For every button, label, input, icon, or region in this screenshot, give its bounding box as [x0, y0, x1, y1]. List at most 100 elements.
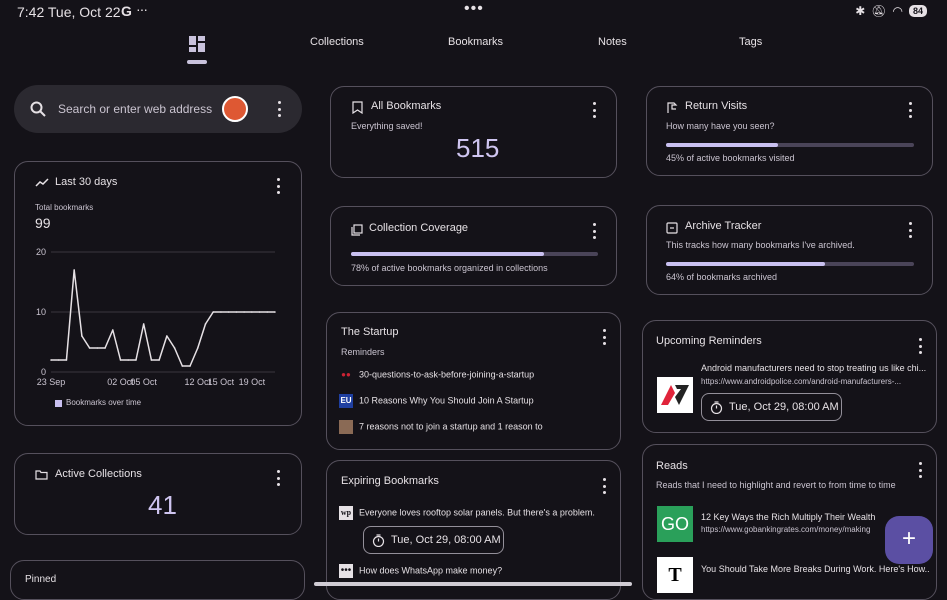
data-point [212, 311, 215, 313]
bookmarks-line-chart: 0102023 Sep 02 Oct05 Oct 12 Oct15 Oct 19 Oc… [36, 247, 276, 387]
card-menu-icon[interactable] [601, 478, 607, 494]
data-point [243, 311, 245, 313]
tab-dashboard[interactable] [188, 35, 206, 53]
trending-icon [35, 178, 49, 187]
visits-icon [667, 102, 678, 113]
data-point [227, 311, 230, 313]
duckduckgo-avatar[interactable] [222, 96, 248, 122]
tab-collections[interactable]: Collections [310, 36, 364, 48]
archive-progress-bar [666, 262, 914, 266]
nytimes-logo: T [657, 557, 693, 593]
search-menu-icon[interactable] [276, 101, 282, 117]
archive-caption: 64% of bookmarks archived [666, 272, 778, 282]
search-bar[interactable]: Search or enter web address [14, 85, 302, 133]
series-line [51, 269, 275, 367]
list-item[interactable]: 7 reasons not to join a startup and 1 re… [339, 420, 609, 434]
google-icon: G [121, 3, 132, 19]
visits-progress-bar [666, 143, 914, 147]
data-point [119, 359, 122, 361]
archive-tracker-card[interactable]: Archive Tracker This tracks how many boo… [646, 205, 933, 295]
data-point [181, 365, 184, 367]
card-menu-icon[interactable] [591, 223, 597, 239]
return-visits-card[interactable]: Return Visits How many have you seen? 45… [646, 86, 933, 176]
read-title[interactable]: 12 Key Ways the Rich Multiply Their Weal… [701, 512, 891, 522]
data-point [274, 311, 276, 313]
all-bookmarks-card[interactable]: All Bookmarks Everything saved! 515 [330, 86, 617, 178]
active-collections-card[interactable]: Active Collections 41 [14, 453, 302, 535]
folder-icon [35, 470, 48, 480]
collections-icon [351, 224, 363, 236]
battery-icon: 84 [908, 5, 927, 17]
data-point [220, 311, 222, 313]
tab-tags[interactable]: Tags [739, 36, 762, 48]
x-tick-label: 15 Oct [208, 377, 235, 387]
status-bar: 7:42 Tue, Oct 22 G ··· ••• ✱ 🔕︎ ◠ 84 [0, 0, 947, 24]
wifi-icon: ◠ [892, 4, 903, 18]
search-input[interactable]: Search or enter web address [58, 102, 212, 116]
pinned-card[interactable]: Pinned [10, 560, 305, 600]
card-menu-icon[interactable] [917, 462, 923, 478]
data-point [258, 311, 261, 313]
add-bookmark-button[interactable]: + [885, 516, 933, 564]
dashboard-icon [189, 36, 205, 52]
last-30-days-card[interactable]: Last 30 days Total bookmarks 99 0 10 20 23 … [14, 161, 302, 426]
upcoming-reminders-card[interactable]: Upcoming Reminders Android manufacturers… [642, 320, 937, 433]
list-item[interactable]: EU 10 Reasons Why You Should Join A Start… [339, 394, 609, 408]
data-point [127, 359, 130, 361]
read-url: https://www.gobankingrates.com/money/mak… [701, 525, 871, 534]
medium-icon: ●● [341, 370, 351, 379]
list-item[interactable]: ••• How does WhatsApp make money? [339, 564, 614, 578]
list-item[interactable]: wp Everyone loves rooftop solar panels. B… [339, 506, 614, 520]
coverage-caption: 78% of active bookmarks organized in col… [351, 263, 548, 273]
tab-notes[interactable]: Notes [598, 36, 627, 48]
card-title: Archive Tracker [685, 220, 762, 232]
card-title: Reads [656, 460, 688, 472]
card-title: Pinned [25, 574, 57, 585]
data-point [88, 347, 91, 349]
data-point [173, 347, 176, 349]
read-title[interactable]: You Should Take More Breaks During Work.… [701, 564, 929, 574]
timer-icon [710, 400, 723, 414]
expiring-bookmarks-card[interactable]: Expiring Bookmarks wp Everyone loves roof… [326, 460, 621, 600]
list-item[interactable]: ●● 30-questions-to-ask-before-joining-a-s… [339, 368, 609, 382]
card-menu-icon[interactable] [907, 222, 913, 238]
all-bookmarks-value: 515 [456, 133, 500, 163]
multitask-dots-icon[interactable]: ••• [464, 0, 484, 18]
status-icons: ✱ 🔕︎ ◠ 84 [855, 4, 927, 18]
search-icon [30, 101, 46, 117]
collection-coverage-card[interactable]: Collection Coverage 78% of active bookma… [330, 206, 617, 286]
tab-indicator [187, 60, 207, 64]
progress-fill [351, 252, 544, 256]
the-startup-card[interactable]: The Startup Reminders ●● 30-questions-to-… [326, 312, 621, 450]
x-tick-label: 23 Sep [37, 377, 66, 387]
coverage-progress-bar [351, 252, 598, 256]
reminder-url: https://www.androidpolice.com/android-ma… [701, 377, 902, 386]
card-title: Return Visits [685, 100, 748, 112]
data-point [266, 311, 269, 313]
card-subtitle: Reminders [341, 347, 385, 357]
reminder-title[interactable]: Android manufacturers need to stop treat… [701, 363, 929, 373]
thumbnail-image [339, 420, 353, 434]
status-time: 7:42 Tue, Oct 22 [17, 4, 121, 20]
card-menu-icon[interactable] [275, 178, 281, 194]
data-point [166, 335, 168, 337]
card-menu-icon[interactable] [601, 329, 607, 345]
data-point [96, 347, 99, 349]
eu-startups-icon: EU [339, 394, 353, 408]
reminder-chip[interactable]: Tue, Oct 29, 08:00 AM [701, 393, 842, 421]
gesture-nav-handle[interactable] [314, 582, 632, 586]
data-point [65, 359, 68, 361]
data-point [73, 269, 75, 271]
active-collections-value: 41 [148, 490, 177, 520]
gobankingrates-logo: GO [657, 506, 693, 542]
card-menu-icon[interactable] [275, 470, 281, 486]
y-tick-label: 20 [36, 247, 46, 257]
card-menu-icon[interactable] [591, 102, 597, 118]
bookmark-icon [352, 101, 363, 114]
card-title: Upcoming Reminders [656, 335, 762, 347]
total-bookmarks-value: 99 [35, 215, 51, 231]
reminder-chip[interactable]: Tue, Oct 29, 08:00 AM [363, 526, 504, 554]
card-menu-icon[interactable] [907, 102, 913, 118]
tab-bookmarks[interactable]: Bookmarks [448, 36, 503, 48]
card-menu-icon[interactable] [917, 338, 923, 354]
